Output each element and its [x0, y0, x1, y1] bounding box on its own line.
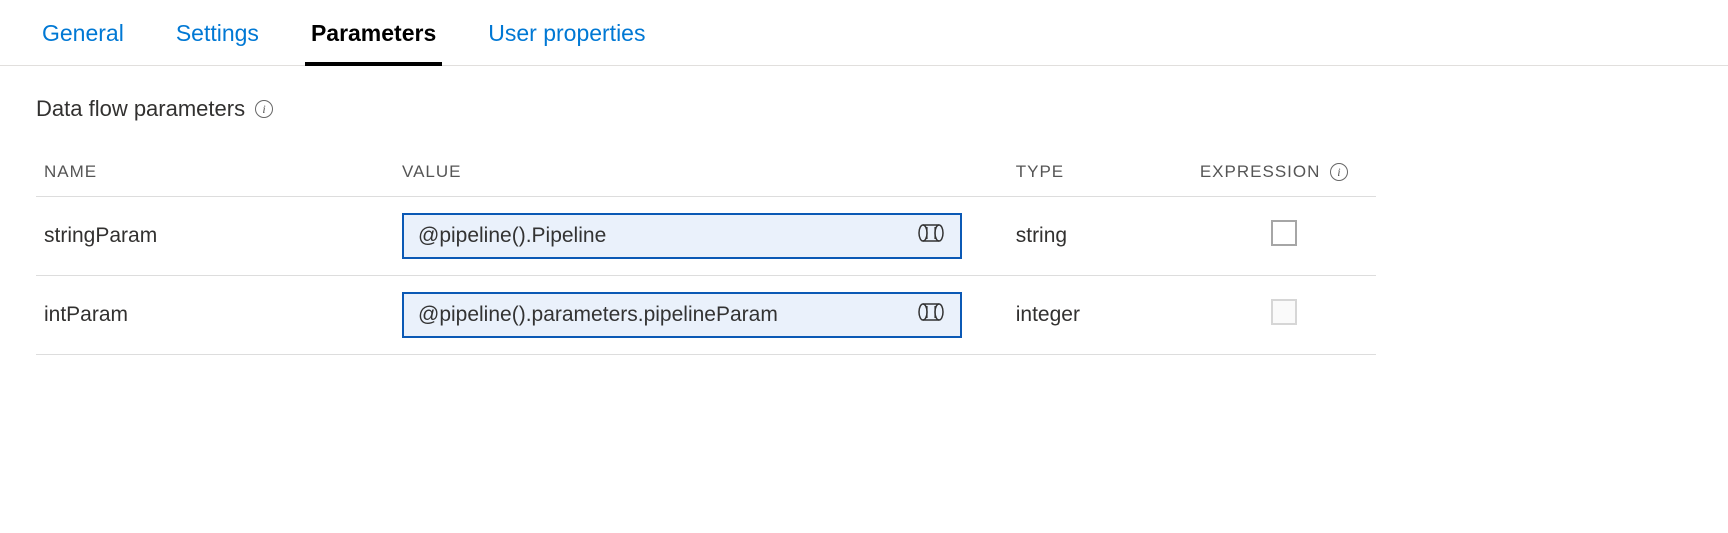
expression-builder-icon[interactable]: [916, 223, 946, 249]
column-header-expression: EXPRESSION i: [1192, 148, 1376, 197]
param-value-cell: @pipeline().parameters.pipelineParam: [394, 276, 1008, 355]
value-text: @pipeline().parameters.pipelineParam: [418, 303, 906, 327]
parameters-section: Data flow parameters i NAME VALUE TYPE E…: [0, 66, 1728, 385]
expression-checkbox[interactable]: [1271, 220, 1297, 246]
section-title: Data flow parameters: [36, 96, 245, 122]
value-input[interactable]: @pipeline().Pipeline: [402, 213, 962, 259]
param-expression-cell: [1192, 276, 1376, 355]
table-row: intParam @pipeline().parameters.pipeline…: [36, 276, 1376, 355]
param-name-cell: intParam: [36, 276, 394, 355]
section-header: Data flow parameters i: [36, 96, 1692, 122]
expression-checkbox: [1271, 299, 1297, 325]
tab-user-properties[interactable]: User properties: [482, 12, 651, 65]
tab-general[interactable]: General: [36, 12, 130, 65]
parameters-table: NAME VALUE TYPE EXPRESSION i stringParam…: [36, 148, 1376, 355]
column-header-name: NAME: [36, 148, 394, 197]
param-name-cell: stringParam: [36, 197, 394, 276]
column-header-type: TYPE: [1008, 148, 1192, 197]
value-text: @pipeline().Pipeline: [418, 224, 906, 248]
info-icon[interactable]: i: [1330, 163, 1348, 181]
tab-bar: General Settings Parameters User propert…: [0, 0, 1728, 66]
param-type-cell: string: [1008, 197, 1192, 276]
param-type-cell: integer: [1008, 276, 1192, 355]
param-value-cell: @pipeline().Pipeline: [394, 197, 1008, 276]
value-input[interactable]: @pipeline().parameters.pipelineParam: [402, 292, 962, 338]
tab-settings[interactable]: Settings: [170, 12, 265, 65]
column-header-expression-label: EXPRESSION: [1200, 162, 1321, 182]
tab-parameters[interactable]: Parameters: [305, 12, 442, 65]
info-icon[interactable]: i: [255, 100, 273, 118]
column-header-value: VALUE: [394, 148, 1008, 197]
expression-builder-icon[interactable]: [916, 302, 946, 328]
param-expression-cell: [1192, 197, 1376, 276]
table-row: stringParam @pipeline().Pipeline: [36, 197, 1376, 276]
